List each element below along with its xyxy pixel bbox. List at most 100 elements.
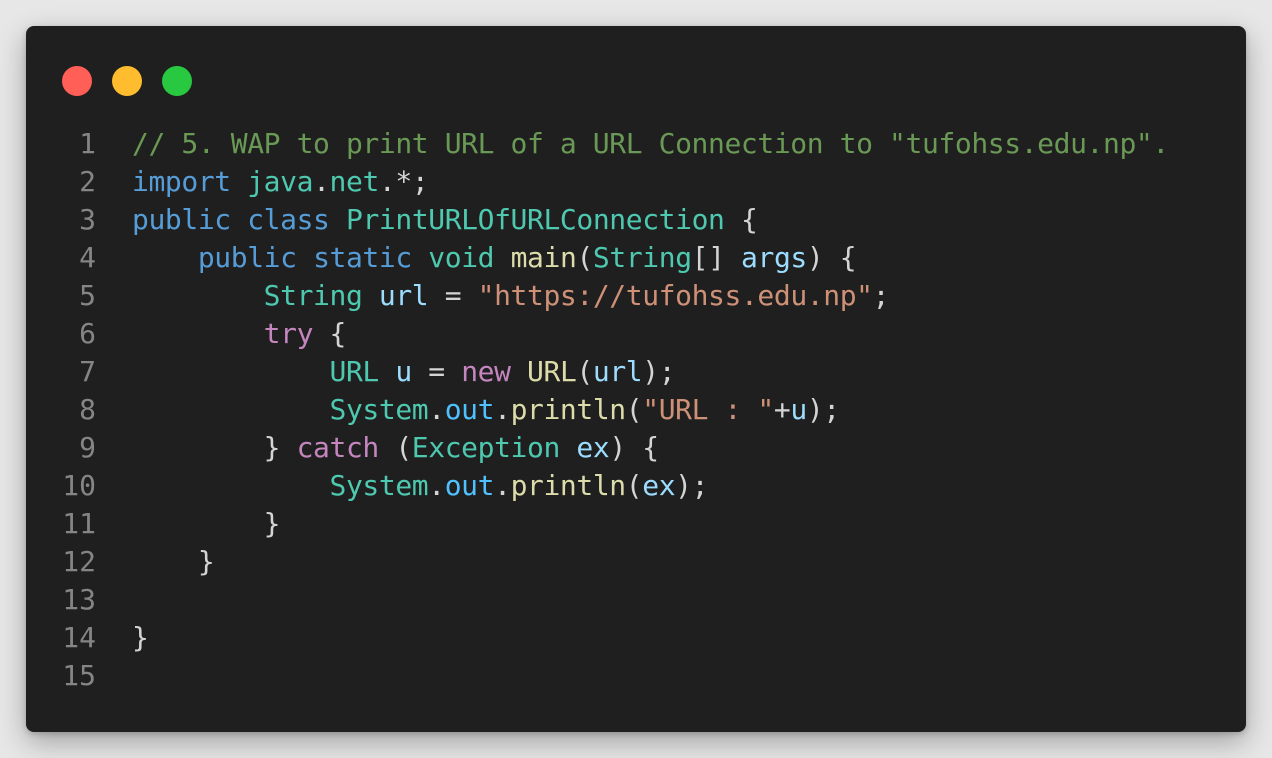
code-token-plain: ) { [806,241,857,274]
code-token-type: Exception [411,431,561,464]
code-token-plain: ( [378,431,412,464]
code-token-control: new [461,355,511,388]
line-number: 14 [62,621,96,654]
code-token-keyword: static [313,241,412,274]
code-line: 7 URL u = new URL(url); [26,353,1246,391]
line-text: // 5. WAP to print URL of a URL Connecti… [96,125,1169,163]
code-token-plain: ) { [609,431,659,464]
code-line: 11 } [26,505,1246,543]
code-token-type: System [329,393,429,426]
line-text: } catch (Exception ex) { [96,429,659,467]
code-token-plain: } [132,507,281,540]
code-token-type: net [329,165,380,198]
line-number: 8 [79,393,96,426]
code-line: 9 } catch (Exception ex) { [26,429,1246,467]
code-line: 6 try { [26,315,1246,353]
maximize-button[interactable] [162,66,192,96]
code-token-type: PrintURLOfURLConnection [345,203,725,236]
code-token-type: String [592,241,692,274]
code-token-variable: args [741,241,807,274]
code-token-control: catch [296,431,380,464]
code-token-variable: ex [642,469,676,502]
line-text: } [96,619,149,657]
line-text: URL u = new URL(url); [96,353,676,391]
code-token-string: "URL : " [642,393,774,426]
code-token-function: println [510,469,627,502]
code-line: 15 [26,657,1246,695]
code-token-function: println [510,393,627,426]
code-token-type: String [263,279,363,312]
code-token-plain: ( [625,469,643,502]
code-token-plain: } [132,545,215,578]
minimize-button[interactable] [112,66,142,96]
line-text: } [96,543,215,581]
code-line: 3 public class PrintURLOfURLConnection { [26,201,1246,239]
close-button[interactable] [62,66,92,96]
code-token-plain: } [132,431,297,464]
line-number: 9 [79,431,96,464]
line-text: System.out.println("URL : "+u); [96,391,841,429]
line-text: import java.net.*; [96,163,429,201]
code-token-plain: . [494,393,511,426]
line-number: 5 [79,279,96,312]
code-token-plain: = [428,279,478,312]
code-token-type: void [428,241,495,274]
code-token-plain: . [428,393,445,426]
code-token-plain: ); [642,355,676,388]
code-token-plain: . [494,469,511,502]
code-line: 8 System.out.println("URL : "+u); [26,391,1246,429]
code-token-keyword: class [247,203,330,236]
code-line: 2 import java.net.*; [26,163,1246,201]
line-number: 2 [79,165,96,198]
line-number: 11 [62,507,96,540]
line-text: try { [96,315,347,353]
line-number: 1 [79,127,96,160]
code-token-variable: u [395,355,412,388]
code-token-function: main [510,241,577,274]
code-token-type: System [329,469,429,502]
code-token-plain: ( [576,241,593,274]
line-text [96,581,132,619]
code-token-plain: } [132,621,149,654]
code-token-plain: . [313,165,330,198]
code-token-plain: .*; [378,165,429,198]
code-token-variable: url [378,279,429,312]
code-token-keyword: public [197,241,297,274]
code-token-function: URL [527,355,577,388]
code-token-variable: ex [576,431,610,464]
code-line: 1 // 5. WAP to print URL of a URL Connect… [26,125,1246,163]
code-token-keyword: public [132,203,231,236]
code-line: 4 public static void main(String[] args)… [26,239,1246,277]
line-number: 12 [62,545,96,578]
code-token-string: "https://tufohss.edu.np" [477,279,873,312]
code-line: 14} [26,619,1246,657]
code-token-field: out [444,469,495,502]
line-number: 3 [79,203,96,236]
code-editor[interactable]: 1 // 5. WAP to print URL of a URL Connect… [26,125,1246,695]
line-text: String url = "https://tufohss.edu.np"; [96,277,890,315]
code-token-comment: // 5. WAP to print URL of a URL Connecti… [132,127,1169,160]
code-token-field: out [444,393,495,426]
line-number: 6 [79,317,96,350]
code-token-plain: ); [675,469,709,502]
code-token-plain: { [313,317,347,350]
code-token-variable: u [790,393,807,426]
code-token-plain: [] [691,241,742,274]
code-token-type: URL [329,355,380,388]
code-token-plain: . [428,469,445,502]
code-token-plain: ; [872,279,890,312]
line-number: 4 [79,241,96,274]
code-token-keyword: import [132,165,231,198]
code-token-plain: ( [576,355,593,388]
code-token-plain: { [724,203,758,236]
